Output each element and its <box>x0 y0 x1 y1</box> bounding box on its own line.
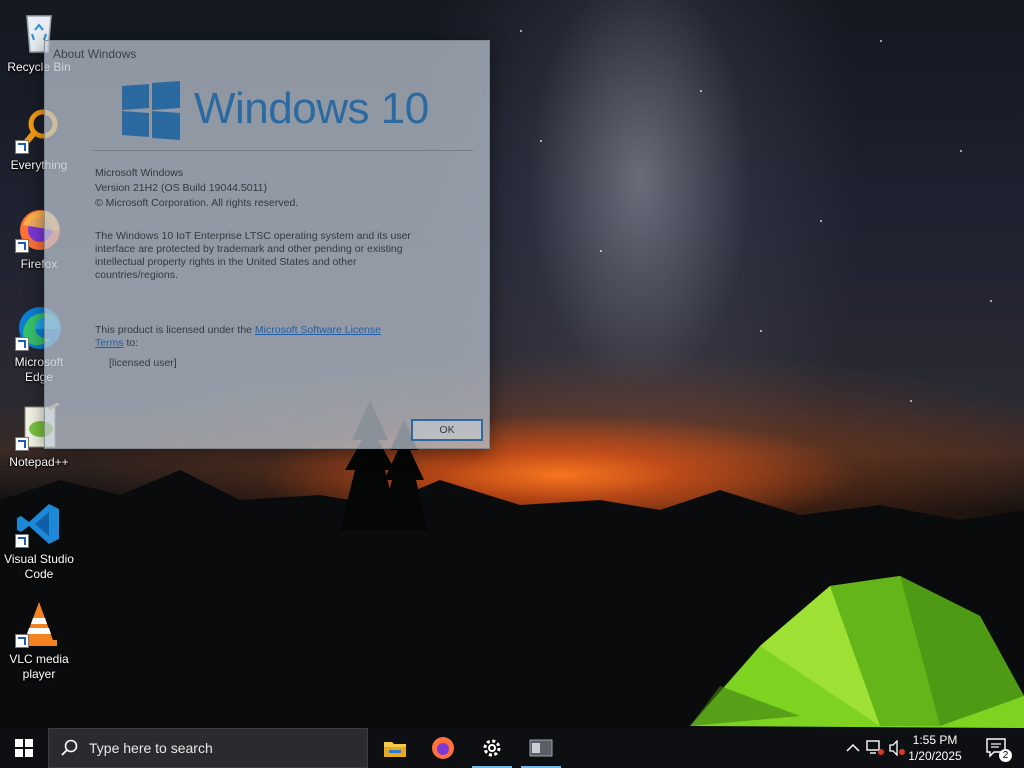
window-app-icon <box>529 739 553 757</box>
search-placeholder: Type here to search <box>89 740 213 756</box>
network-icon[interactable] <box>866 740 884 756</box>
windows-start-icon <box>15 739 33 757</box>
version-text: Version 21H2 (OS Build 19044.5011) <box>95 182 267 194</box>
clock[interactable]: 1:55 PM 1/20/2025 <box>904 732 966 764</box>
firefox-icon <box>432 737 454 759</box>
desktop: Recycle Bin Everything Firefox Microsoft… <box>0 0 1024 728</box>
taskbar: Type here to search 1:55 PM 1/20/2025 2 <box>0 728 1024 768</box>
taskbar-file-explorer[interactable] <box>371 728 419 768</box>
desktop-icon-label: Visual Studio Code <box>4 552 74 581</box>
tent-illustration <box>690 576 1024 728</box>
version-info: Microsoft Windows Version 21H2 (OS Build… <box>95 166 298 211</box>
license-suffix: to: <box>123 337 139 349</box>
shortcut-arrow-icon <box>15 337 29 351</box>
taskbar-settings[interactable] <box>468 728 516 768</box>
desktop-icon-vlc[interactable]: VLC media player <box>0 600 78 682</box>
ok-button[interactable]: OK <box>411 419 483 441</box>
license-prefix: This product is licensed under the <box>95 324 255 336</box>
vlc-icon <box>15 600 63 648</box>
shortcut-arrow-icon <box>15 239 29 253</box>
copyright-text: © Microsoft Corporation. All rights rese… <box>95 197 299 209</box>
shortcut-arrow-icon <box>15 437 29 451</box>
search-icon <box>61 739 78 756</box>
chevron-up-icon[interactable] <box>846 743 860 753</box>
notification-count-badge: 2 <box>999 749 1012 762</box>
shortcut-arrow-icon <box>15 534 29 548</box>
vscode-icon <box>15 500 63 548</box>
desktop-icon-visual-studio-code[interactable]: Visual Studio Code <box>0 500 78 582</box>
desktop-icon-label: Notepad++ <box>9 455 69 469</box>
notification-center-button[interactable]: 2 <box>986 738 1012 762</box>
product-name: Microsoft Windows <box>95 167 184 179</box>
windows-logo-icon <box>122 81 180 140</box>
windows-logo-row: Windows 10 <box>122 81 429 140</box>
taskbar-firefox[interactable] <box>419 728 467 768</box>
shortcut-arrow-icon <box>15 140 29 154</box>
license-text: This product is licensed under the Micro… <box>95 324 395 350</box>
licensee-name: [licensed user] <box>109 357 177 369</box>
search-input[interactable]: Type here to search <box>48 728 368 768</box>
taskbar-window-app[interactable] <box>517 728 565 768</box>
settings-icon <box>483 739 501 757</box>
dialog-title: About Windows <box>53 47 137 61</box>
about-windows-dialog[interactable]: About Windows Windows 10 Microsoft Windo… <box>44 40 490 449</box>
description-text: The Windows 10 IoT Enterprise LTSC opera… <box>95 230 411 281</box>
shortcut-arrow-icon <box>15 634 29 648</box>
desktop-icon-label: VLC media player <box>9 652 69 681</box>
divider <box>93 150 473 151</box>
clock-time: 1:55 PM <box>912 733 958 747</box>
windows-logo-text: Windows 10 <box>194 84 429 133</box>
clock-date: 1/20/2025 <box>908 749 962 763</box>
file-explorer-icon <box>384 742 406 757</box>
start-button[interactable] <box>0 728 48 768</box>
